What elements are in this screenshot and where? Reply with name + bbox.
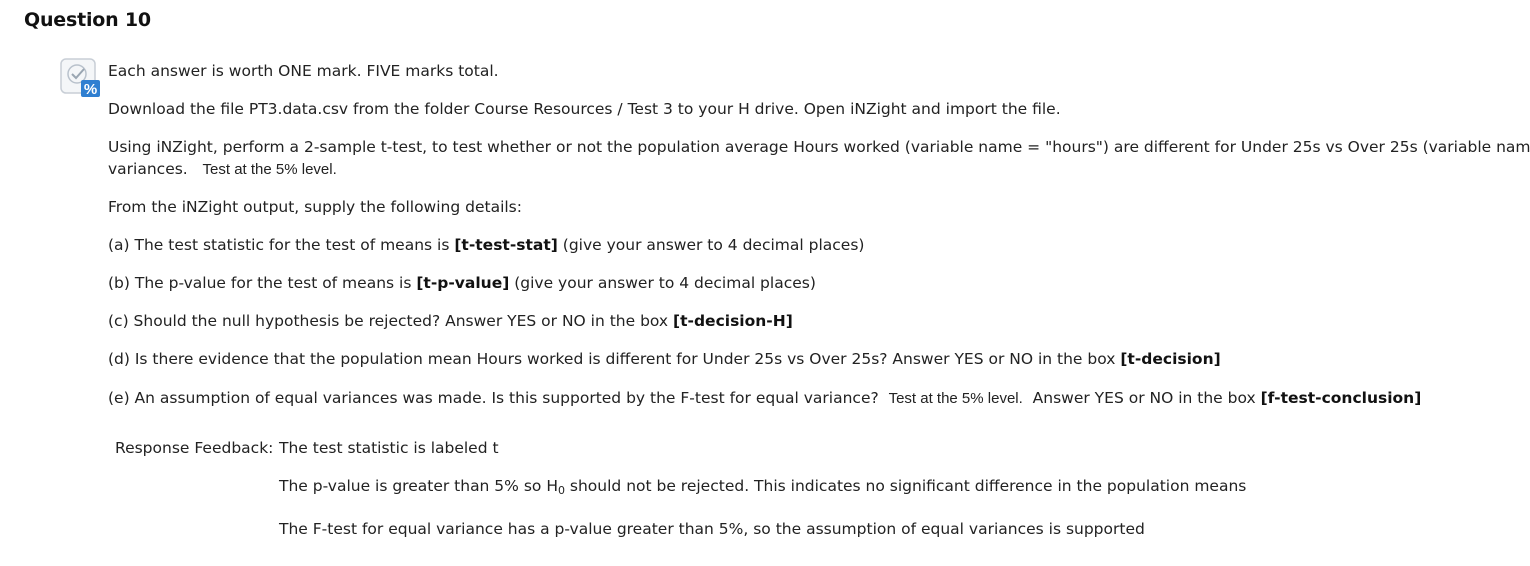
feedback-line-1: The test statistic is labeled t [279, 439, 499, 457]
part-b-tail: (give your answer to 4 decimal places) [509, 274, 816, 292]
instructions-test: Using iNZight, perform a 2-sample t-test… [108, 136, 1530, 181]
feedback-line-3: The F-test for equal variance has a p-va… [279, 520, 1145, 538]
instructions-download: Download the file PT3.data.csv from the … [108, 100, 1061, 118]
instructions-supply: From the iNZight output, supply the foll… [108, 198, 522, 216]
t-p-value-blank: [t-p-value] [416, 274, 510, 292]
part-e-answer: Answer YES or NO in the box [1032, 389, 1261, 407]
question-title: Question 10 [24, 9, 151, 31]
part-e-level: Test at the 5% level. [888, 390, 1023, 407]
icon-badge: % [84, 81, 97, 98]
instructions-test-line1: Using iNZight, perform a 2-sample t-test… [108, 138, 1530, 156]
part-b-text: (b) The p-value for the test of means is [108, 274, 417, 292]
feedback-line-2: The p-value is greater than 5% so H0 sho… [279, 475, 1246, 502]
t-decision-h-blank: [t-decision-H] [673, 312, 793, 330]
part-d-text: (d) Is there evidence that the populatio… [108, 350, 1121, 368]
calculated-question-icon: % [60, 58, 102, 100]
feedback-line-2-b: should not be rejected. This indicates n… [564, 477, 1247, 495]
response-feedback-label: Response Feedback: [115, 439, 274, 457]
part-b: (b) The p-value for the test of means is… [108, 272, 816, 294]
part-e: (e) An assumption of equal variances was… [108, 387, 1421, 410]
part-c: (c) Should the null hypothesis be reject… [108, 310, 793, 332]
part-a: (a) The test statistic for the test of m… [108, 234, 864, 256]
part-c-text: (c) Should the null hypothesis be reject… [108, 312, 674, 330]
test-level-text: Test at the 5% level. [202, 161, 337, 178]
part-a-tail: (give your answer to 4 decimal places) [557, 236, 865, 254]
variances-text: variances. [108, 160, 188, 178]
t-test-stat-blank: [t-test-stat] [454, 236, 558, 254]
feedback-line-2-a: The p-value is greater than 5% so H [279, 477, 558, 495]
f-test-conclusion-blank: [f-test-conclusion] [1260, 389, 1422, 407]
h-null-subscript: 0 [557, 484, 565, 497]
part-e-text: (e) An assumption of equal variances was… [108, 389, 879, 407]
part-d: (d) Is there evidence that the populatio… [108, 348, 1221, 370]
instructions-marks: Each answer is worth ONE mark. FIVE mark… [108, 62, 499, 80]
instructions-test-line2: variances. Test at the 5% level. [108, 158, 1530, 181]
part-a-text: (a) The test statistic for the test of m… [108, 236, 455, 254]
t-decision-blank: [t-decision] [1120, 350, 1221, 368]
